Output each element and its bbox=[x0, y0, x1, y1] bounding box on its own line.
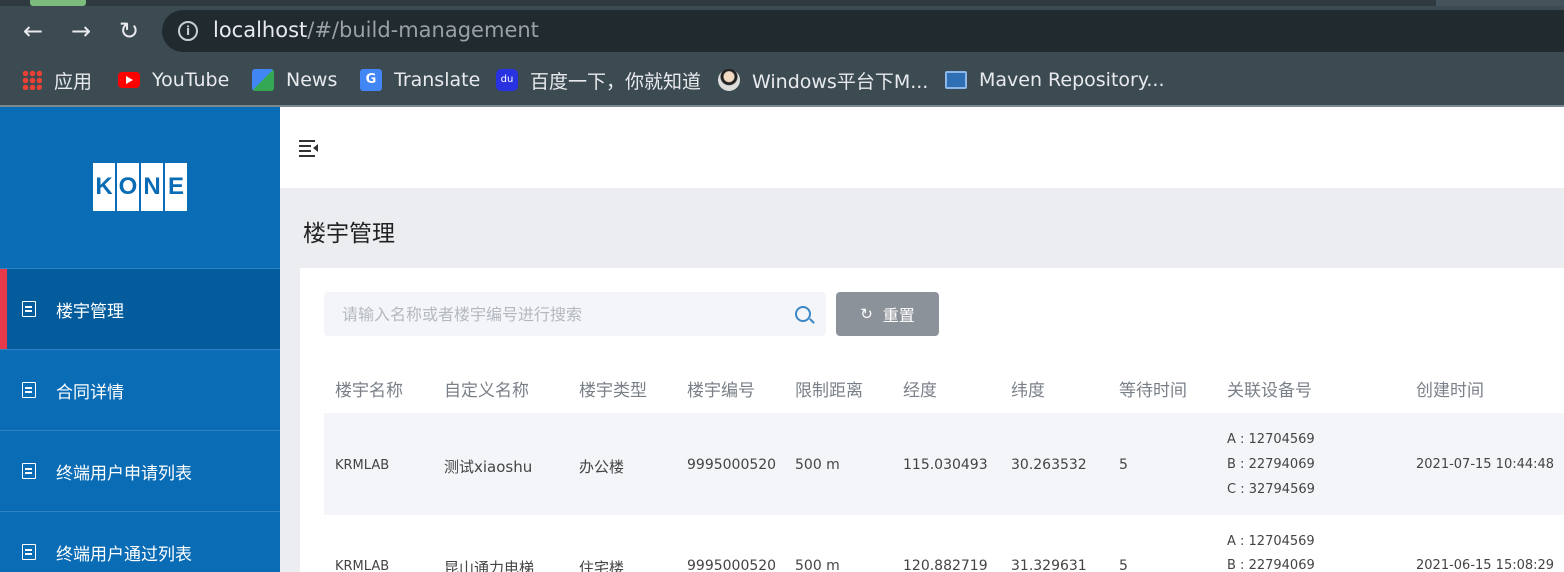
column-header-building-type: 楼宇类型 bbox=[579, 381, 647, 401]
baidu-icon: du bbox=[496, 69, 518, 91]
search-box bbox=[324, 292, 826, 336]
search-icon[interactable] bbox=[795, 306, 811, 322]
bookmark-baidu[interactable]: du 百度一下，你就知道 bbox=[496, 62, 701, 98]
sidebar-item-building-management[interactable]: 楼宇管理 bbox=[0, 269, 280, 350]
sidebar-item-label: 终端用户申请列表 bbox=[56, 463, 192, 484]
bookmark-label: Windows平台下M... bbox=[752, 70, 929, 93]
search-input[interactable] bbox=[324, 292, 784, 336]
tab[interactable] bbox=[1436, 0, 1564, 6]
cell-device-number: C : 32794569 bbox=[1227, 482, 1315, 497]
active-tab[interactable] bbox=[30, 0, 86, 6]
column-header-device-numbers: 关联设备号 bbox=[1227, 381, 1312, 401]
bookmark-label: 应用 bbox=[54, 70, 93, 93]
cell-custom-name: 昆山通力电梯 bbox=[444, 559, 535, 572]
back-arrow-icon[interactable]: ← bbox=[16, 14, 50, 48]
cell-device-number: B : 22794069 bbox=[1227, 558, 1315, 572]
column-header-custom-name: 自定义名称 bbox=[444, 381, 529, 401]
sidebar-item-label: 楼宇管理 bbox=[56, 301, 124, 322]
cell-created-time: 2021-07-15 10:44:48 bbox=[1416, 457, 1555, 472]
cell-building-type: 住宅楼 bbox=[579, 559, 625, 572]
sidebar-item-user-applications[interactable]: 终端用户申请列表 bbox=[0, 431, 280, 512]
kone-logo: K O N E bbox=[93, 163, 187, 211]
bookmark-windows-m[interactable]: Windows平台下M... bbox=[718, 62, 928, 98]
bookmark-label: 百度一下，你就知道 bbox=[530, 70, 702, 93]
clipboard-icon bbox=[22, 463, 36, 479]
tab-strip bbox=[0, 0, 1564, 6]
bookmarks-bar: 应用 YouTube News G Translate du 百度一下，你就知道… bbox=[0, 62, 1564, 98]
cell-wait-time: 5 bbox=[1119, 457, 1128, 473]
column-header-building-name: 楼宇名称 bbox=[335, 381, 403, 401]
cell-device-number: A : 12704569 bbox=[1227, 432, 1315, 447]
building-icon bbox=[22, 301, 36, 317]
document-icon bbox=[22, 382, 36, 398]
bookmark-youtube[interactable]: YouTube bbox=[118, 62, 229, 98]
cell-building-code: 9995000520 bbox=[687, 558, 777, 572]
cell-latitude: 31.329631 bbox=[1011, 558, 1087, 572]
bookmark-maven[interactable]: Maven Repository... bbox=[945, 62, 1165, 98]
bookmark-apps[interactable]: 应用 bbox=[22, 62, 92, 98]
column-header-created-time: 创建时间 bbox=[1416, 381, 1484, 401]
bookmark-label: Maven Repository... bbox=[979, 69, 1165, 91]
sidebar-item-label: 终端用户通过列表 bbox=[56, 544, 192, 565]
cell-created-time: 2021-06-15 15:08:29 bbox=[1416, 558, 1555, 572]
logo-letter: E bbox=[165, 163, 187, 211]
page-title: 楼宇管理 bbox=[303, 221, 395, 247]
bookmark-label: News bbox=[286, 69, 338, 91]
logo-area: K O N E bbox=[0, 107, 280, 269]
reset-button[interactable]: ↻ 重置 bbox=[836, 292, 939, 336]
maven-icon bbox=[945, 71, 967, 89]
url-text[interactable]: localhost/#/build-management bbox=[213, 18, 539, 42]
column-header-building-code: 楼宇编号 bbox=[687, 381, 755, 401]
sidebar-item-label: 合同详情 bbox=[56, 382, 124, 403]
cell-distance: 500 m bbox=[795, 558, 840, 572]
refresh-icon: ↻ bbox=[860, 305, 873, 323]
translate-icon: G bbox=[360, 69, 382, 91]
apps-grid-icon bbox=[22, 70, 42, 90]
avatar-icon bbox=[718, 69, 740, 91]
cell-device-number: B : 22794069 bbox=[1227, 457, 1315, 472]
cell-latitude: 30.263532 bbox=[1011, 457, 1087, 473]
logo-letter: N bbox=[141, 163, 163, 211]
bookmark-news[interactable]: News bbox=[252, 62, 337, 98]
list-check-icon bbox=[22, 544, 36, 560]
bookmark-label: Translate bbox=[394, 69, 481, 91]
sidebar-item-contract-details[interactable]: 合同详情 bbox=[0, 350, 280, 431]
top-bar bbox=[280, 107, 1564, 188]
column-header-latitude: 纬度 bbox=[1011, 381, 1045, 401]
column-header-wait-time: 等待时间 bbox=[1119, 381, 1187, 401]
cell-longitude: 115.030493 bbox=[903, 457, 988, 473]
cell-building-name: KRMLAB bbox=[335, 458, 390, 473]
sidebar: K O N E 楼宇管理 合同详情 终端用户申请列表 终端用户通过列表 bbox=[0, 107, 280, 572]
cell-building-code: 9995000520 bbox=[687, 457, 777, 473]
cell-wait-time: 5 bbox=[1119, 558, 1128, 572]
forward-arrow-icon[interactable]: → bbox=[64, 14, 98, 48]
sidebar-item-user-approved[interactable]: 终端用户通过列表 bbox=[0, 512, 280, 572]
news-icon bbox=[252, 69, 274, 91]
menu-collapse-icon[interactable] bbox=[299, 140, 319, 157]
cell-building-name: KRMLAB bbox=[335, 559, 390, 572]
cell-distance: 500 m bbox=[795, 457, 840, 473]
bookmark-label: YouTube bbox=[152, 69, 230, 91]
reset-button-label: 重置 bbox=[882, 306, 915, 325]
column-header-longitude: 经度 bbox=[903, 381, 937, 401]
column-header-distance-limit: 限制距离 bbox=[795, 381, 863, 401]
cell-building-type: 办公楼 bbox=[579, 458, 625, 476]
youtube-icon bbox=[118, 72, 140, 88]
reload-icon[interactable]: ↻ bbox=[112, 14, 146, 48]
info-icon[interactable]: i bbox=[178, 21, 198, 41]
cell-custom-name: 测试xiaoshu bbox=[444, 458, 533, 476]
logo-letter: O bbox=[117, 163, 139, 211]
bookmark-translate[interactable]: G Translate bbox=[360, 62, 480, 98]
cell-device-number: A : 12704569 bbox=[1227, 534, 1315, 549]
cell-longitude: 120.882719 bbox=[903, 558, 988, 572]
logo-letter: K bbox=[93, 163, 115, 211]
